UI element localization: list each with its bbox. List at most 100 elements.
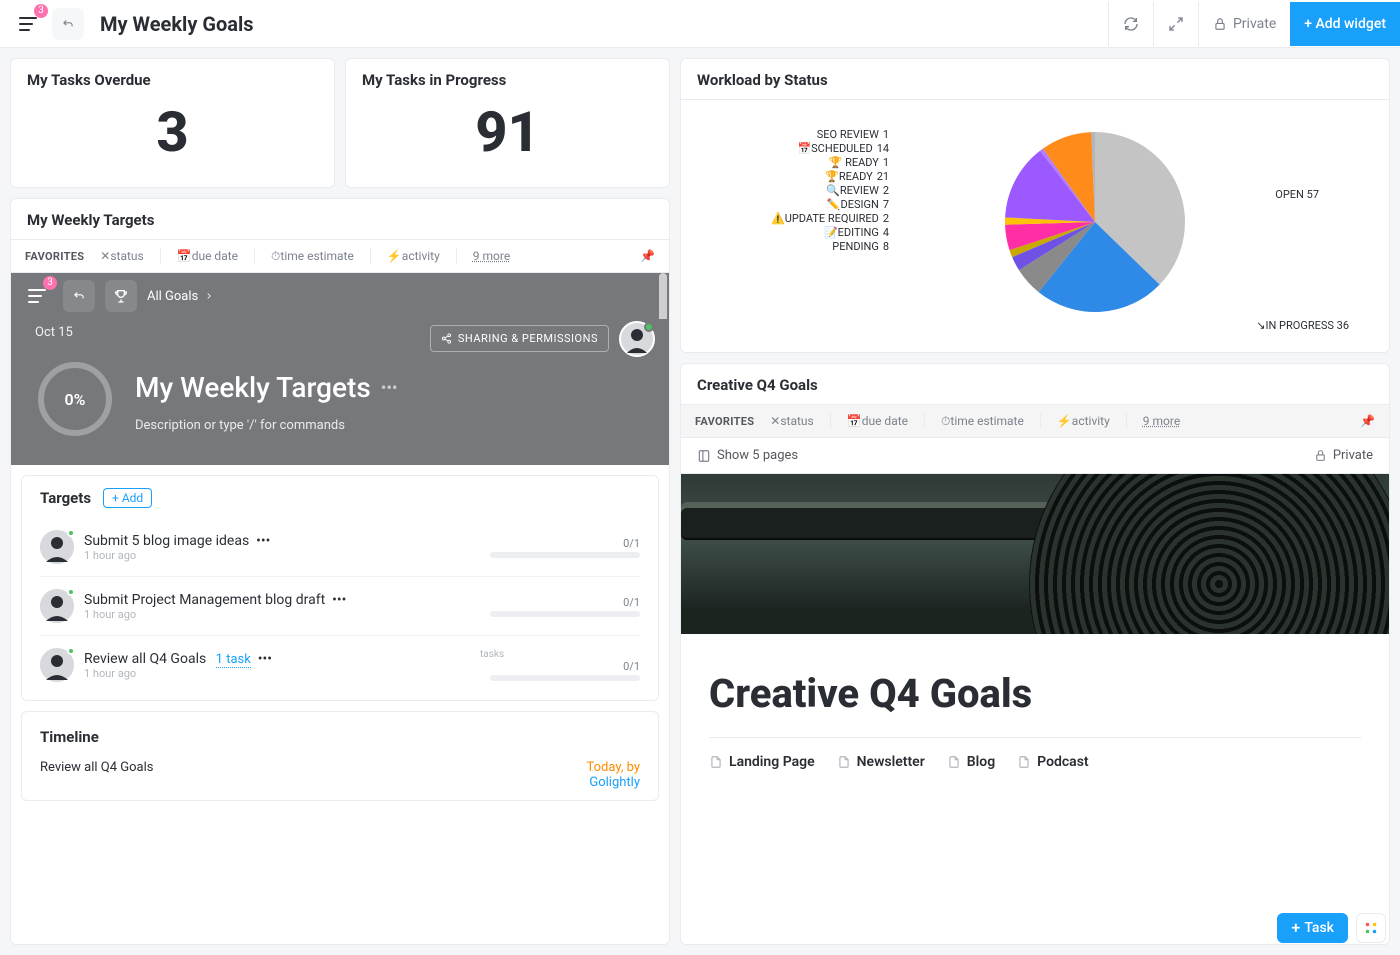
weekly-targets-title: My Weekly Targets [11,199,669,240]
filter-due-date[interactable]: 📅due date [177,249,238,263]
target-time: 1 hour ago [84,608,470,621]
goals-back-button[interactable] [63,280,95,312]
timeline-item[interactable]: Review all Q4 Goals [40,760,153,790]
kpi-overdue-title: My Tasks Overdue [11,59,334,89]
page-icon [709,755,723,769]
creative-private-label[interactable]: Private [1314,448,1373,463]
pie-label: ⚠️UPDATE REQUIRED 2 [771,213,889,224]
pie-label: 📅SCHEDULED 14 [771,143,889,154]
avatar [40,589,74,623]
target-name: Submit Project Management blog draft ••• [84,592,470,608]
target-row[interactable]: Submit 5 blog image ideas ••• 1 hour ago… [40,518,640,576]
creative-q4-widget: Creative Q4 Goals FAVORITES ✕status 📅due… [680,363,1390,945]
page-icon [837,755,851,769]
target-progress: 0/1 [623,596,640,609]
more-icon[interactable]: ••• [332,592,346,608]
creative-filter-due-date[interactable]: 📅due date [847,414,908,428]
lock-icon [1213,17,1227,31]
pin-icon[interactable]: 📌 [640,249,655,263]
weekly-targets-widget: My Weekly Targets FAVORITES ✕status 📅due… [10,198,670,945]
breadcrumb-all-goals[interactable]: All Goals [147,289,214,304]
progress-ring: 0% [35,359,115,439]
timeline-meta: Today, by Golightly [587,760,641,790]
sharing-permissions-button[interactable]: SHARING & PERMISSIONS [430,325,609,352]
target-time: 1 hour ago [84,549,470,562]
progress-bar [490,552,640,558]
pie-label: 🔍REVIEW 2 [771,185,889,196]
pie-label-open: OPEN 57 [1275,188,1319,201]
private-button[interactable]: Private [1198,2,1290,46]
page-chip[interactable]: Podcast [1017,754,1088,770]
pie-label: SEO REVIEW 1 [771,129,889,140]
refresh-button[interactable] [1108,2,1153,46]
filter-status[interactable]: ✕status [100,249,143,263]
creative-title: Creative Q4 Goals [681,364,1389,405]
avatar [40,648,74,682]
page-title: My Weekly Goals [100,12,254,36]
refresh-icon [1123,16,1139,32]
cover-image [681,474,1389,634]
task-link[interactable]: 1 task [216,652,251,668]
goal-description[interactable]: Description or type '/' for commands [135,418,398,433]
creative-filter-more[interactable]: 9 more [1143,414,1180,428]
svg-text:0%: 0% [65,390,86,409]
pie-label: PENDING 8 [771,241,889,252]
pie-label: 🏆 READY 1 [771,157,889,168]
workload-by-status-widget: Workload by Status SEO REVIEW 1 📅SCHEDULE… [680,58,1390,353]
workload-title: Workload by Status [681,59,1389,100]
filter-time-estimate[interactable]: ⏱time estimate [271,249,354,264]
page-chip[interactable]: Landing Page [709,754,815,770]
page-chip[interactable]: Blog [947,754,995,770]
target-row[interactable]: Submit Project Management blog draft •••… [40,576,640,635]
more-icon[interactable]: ••• [258,651,272,667]
new-task-button[interactable]: + Task [1277,913,1348,943]
filter-more[interactable]: 9 more [473,249,510,263]
menu-badge: 3 [34,4,48,18]
goal-title-more[interactable]: ••• [381,378,398,397]
expand-icon [1168,16,1184,32]
apps-icon [1364,921,1378,935]
kpi-overdue[interactable]: My Tasks Overdue 3 [10,58,335,188]
kpi-progress[interactable]: My Tasks in Progress 91 [345,58,670,188]
creative-filter-time-estimate[interactable]: ⏱time estimate [941,414,1024,429]
targets-heading: Targets [40,489,91,507]
add-target-button[interactable]: + Add [103,488,152,508]
filter-favorites[interactable]: FAVORITES [25,250,84,263]
trophy-icon[interactable] [105,280,137,312]
target-time: 1 hour ago [84,667,470,680]
share-icon [441,333,452,344]
creative-filter-favorites[interactable]: FAVORITES [695,415,754,428]
page-icon [1017,755,1031,769]
main-menu-button[interactable]: 3 [12,8,44,40]
lock-icon [1314,449,1327,462]
apps-button[interactable] [1356,913,1386,943]
page-icon [947,755,961,769]
goal-title: My Weekly Targets [135,371,371,404]
page-chip[interactable]: Newsletter [837,754,925,770]
goals-menu-button[interactable]: 3 [21,280,53,312]
target-progress: 0/1 [623,537,640,550]
chevron-right-icon [204,291,214,301]
add-widget-button[interactable]: + Add widget [1290,2,1400,46]
pie-label: 📝EDITING 4 [771,227,889,238]
kpi-overdue-value: 3 [11,89,334,187]
pages-icon [697,449,711,463]
more-icon[interactable]: ••• [256,533,270,549]
kpi-progress-title: My Tasks in Progress [346,59,669,89]
goal-date: Oct 15 [35,325,73,340]
expand-button[interactable] [1153,2,1198,46]
timeline-heading: Timeline [40,728,640,746]
target-name: Review all Q4 Goals 1 task ••• [84,651,470,667]
pie-label-inprogress: ↘IN PROGRESS 36 [1256,319,1349,332]
back-button[interactable] [52,8,84,40]
filter-activity[interactable]: ⚡activity [387,249,440,263]
show-pages-button[interactable]: Show 5 pages [697,448,798,463]
target-row[interactable]: Review all Q4 Goals 1 task ••• 1 hour ag… [40,635,640,694]
goals-menu-badge: 3 [43,276,57,290]
target-progress: 0/1 [623,660,640,673]
creative-pin-icon[interactable]: 📌 [1360,414,1375,428]
creative-filter-status[interactable]: ✕status [770,414,813,428]
creative-filter-activity[interactable]: ⚡activity [1057,414,1110,428]
header-avatar[interactable] [619,321,655,357]
pie-label: ✏️DESIGN 7 [771,199,889,210]
